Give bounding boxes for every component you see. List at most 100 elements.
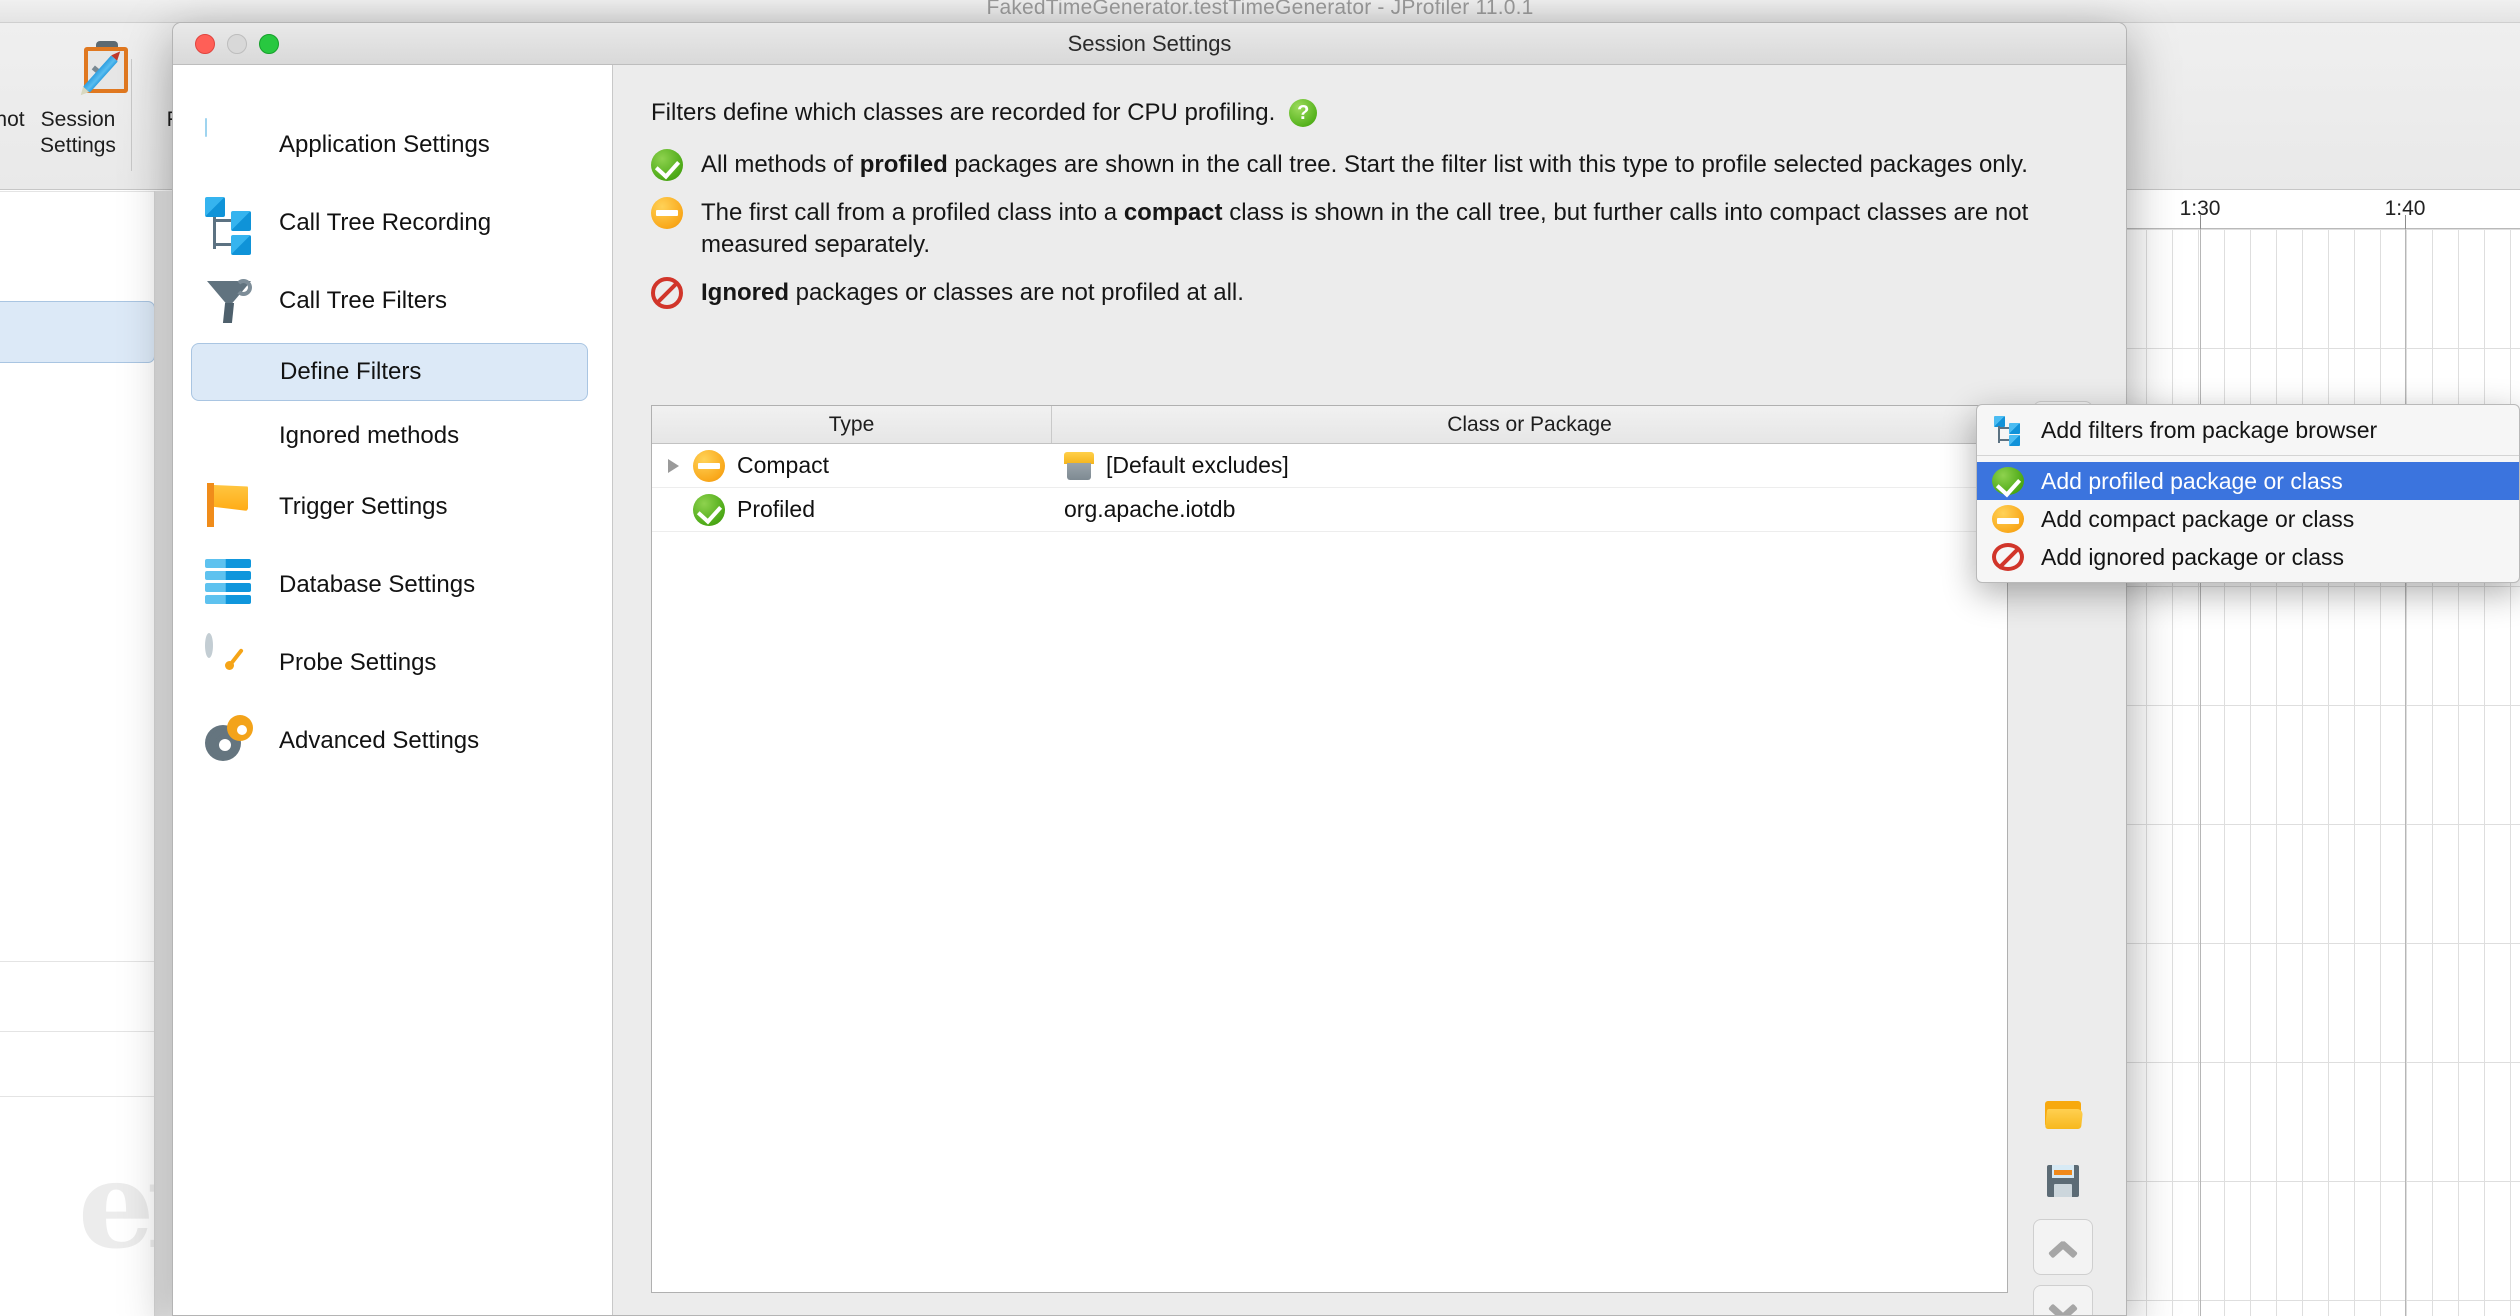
call-tree-icon: [205, 197, 257, 255]
background-window-title: FakedTimeGenerator.testTimeGenerator - J…: [986, 0, 1534, 19]
sidebar-item-call-tree-recording[interactable]: Call Tree Recording: [191, 187, 588, 259]
funnel-icon: [205, 275, 257, 327]
sidebar-item-label: Database Settings: [279, 571, 476, 598]
folder-icon: [2045, 1101, 2084, 1129]
cell-class-text: org.apache.iotdb: [1064, 496, 1236, 522]
dialog-body: Application Settings Call Tree Recording…: [173, 65, 2126, 1315]
menu-item-add-compact-package-or-class[interactable]: Add compact package or class: [1977, 500, 2519, 538]
legend-pre: The first call from a profiled class int…: [701, 199, 1124, 227]
cell-class-or-package[interactable]: [Default excludes]: [1052, 451, 2007, 480]
table-row[interactable]: Compact [Default excludes]: [652, 444, 2007, 488]
sidebar-item-call-tree-filters[interactable]: Call Tree Filters: [191, 265, 588, 337]
cell-type[interactable]: Profiled: [652, 493, 1052, 526]
sidebar-item-label: Call Tree Filters: [279, 287, 448, 314]
sidebar-item-ignored-methods[interactable]: Ignored methods: [191, 407, 588, 465]
move-up-button[interactable]: [2033, 1219, 2093, 1275]
legend-post: packages or classes are not profiled at …: [789, 279, 1244, 307]
column-header-class-or-package[interactable]: Class or Package: [1052, 406, 2007, 443]
column-header-type[interactable]: Type: [652, 406, 1052, 443]
cell-type[interactable]: Compact: [652, 449, 1052, 482]
gauge-icon: [205, 633, 257, 689]
sidebar-item-probe-settings[interactable]: Probe Settings: [191, 627, 588, 699]
toolbar-item-session-settings-label-2: Settings: [40, 133, 116, 157]
background-titlebar: FakedTimeGenerator.testTimeGenerator - J…: [0, 0, 2520, 23]
menu-separator: [1977, 455, 2519, 456]
profiled-check-icon: [693, 493, 725, 526]
package-browser-icon: [1993, 415, 2023, 446]
expand-twisty-icon[interactable]: [668, 458, 679, 473]
menu-item-add-profiled-package-or-class[interactable]: Add profiled package or class: [1977, 462, 2519, 500]
dialog-titlebar[interactable]: Session Settings: [173, 23, 2126, 65]
sidebar-item-define-filters[interactable]: Define Filters: [191, 343, 588, 401]
menu-item-add-ignored-package-or-class[interactable]: Add ignored package or class: [1977, 538, 2519, 576]
menu-item-label: Add filters from package browser: [2041, 416, 2378, 443]
sidebar-item-label: Application Settings: [279, 131, 490, 158]
ignored-icon: [651, 277, 683, 310]
save-icon: [2047, 1165, 2079, 1197]
sidebar-item-application-settings[interactable]: Application Settings: [191, 109, 588, 181]
chevron-down-icon: [2048, 1305, 2078, 1315]
gears-icon: [205, 715, 257, 767]
sidebar-item-database-settings[interactable]: Database Settings: [191, 549, 588, 621]
background-timeline-panel: 1:30 1:40: [2120, 191, 2520, 1316]
dialog-main-panel: Filters define which classes are recorde…: [613, 65, 2126, 1315]
filters-intro: Filters define which classes are recorde…: [651, 99, 2088, 127]
profiled-check-icon: [651, 149, 683, 181]
save-filters-button[interactable]: [2033, 1153, 2093, 1209]
application-window-icon: [205, 118, 257, 171]
compact-icon: [1992, 504, 2024, 534]
database-icon: [205, 559, 257, 611]
background-left-panel: s ghput ries y r ocks er: [0, 191, 155, 1316]
filters-table-wrapper: Type Class or Package Compact [Default e…: [651, 405, 2008, 1293]
sidebar-item-label: Probe Settings: [279, 649, 437, 676]
table-header-row: Type Class or Package: [652, 406, 2007, 444]
legend-strong: compact: [1123, 199, 1223, 227]
menu-item-label: Add compact package or class: [2041, 505, 2355, 532]
legend-strong: profiled: [859, 151, 948, 178]
timeline-tick-label-1: 1:30: [2179, 197, 2221, 220]
screen: FakedTimeGenerator.testTimeGenerator - J…: [0, 0, 2520, 1316]
toolbar-item-session-settings-label-1: Session: [40, 108, 116, 131]
move-down-button[interactable]: [2033, 1285, 2093, 1315]
chevron-up-icon: [2048, 1239, 2078, 1255]
sidebar-item-advanced-settings[interactable]: Advanced Settings: [191, 705, 588, 777]
legend-item-text: The first call from a profiled class int…: [701, 197, 2041, 261]
cell-class-text: [Default excludes]: [1106, 452, 1289, 478]
filters-legend: All methods of profiled packages are sho…: [651, 149, 2088, 310]
open-filters-button[interactable]: [2033, 1087, 2093, 1143]
legend-item-text: Ignored packages or classes are not prof…: [701, 277, 1244, 309]
timeline-grid: [2120, 229, 2520, 1316]
background-left-selected-row[interactable]: [0, 301, 154, 363]
legend-item-ignored: Ignored packages or classes are not prof…: [651, 277, 2088, 310]
dialog-title: Session Settings: [1067, 31, 1232, 56]
timeline-tick-label-2: 1:40: [2384, 197, 2426, 220]
flag-icon: [205, 481, 257, 533]
sidebar-item-label: Define Filters: [280, 358, 422, 385]
sidebar-item-label: Advanced Settings: [279, 727, 480, 754]
session-settings-dialog: Session Settings Application Settings Ca: [172, 22, 2127, 1316]
menu-item-add-filters-from-package-browser[interactable]: Add filters from package browser: [1977, 411, 2519, 449]
dialog-sidebar: Application Settings Call Tree Recording…: [173, 65, 613, 1315]
legend-strong: Ignored: [701, 279, 789, 307]
help-icon[interactable]: [1289, 99, 1318, 127]
menu-item-label: Add ignored package or class: [2041, 543, 2345, 570]
compact-icon: [693, 449, 725, 482]
timeline-ruler: 1:30 1:40: [2120, 191, 2520, 229]
legend-pre: All methods of: [701, 151, 860, 178]
table-row[interactable]: Profiled org.apache.iotdb: [652, 488, 2007, 532]
legend-item-text: All methods of profiled packages are sho…: [701, 149, 2028, 181]
menu-item-label: Add profiled package or class: [2041, 467, 2343, 494]
sidebar-item-label: Ignored methods: [279, 422, 460, 449]
filters-table[interactable]: Type Class or Package Compact [Default e…: [651, 405, 2008, 1293]
legend-item-profiled: All methods of profiled packages are sho…: [651, 149, 2088, 181]
ignored-icon: [1992, 542, 2024, 572]
add-filter-context-menu: Add filters from package browser Add pro…: [1976, 404, 2520, 583]
sidebar-item-label: Call Tree Recording: [279, 209, 492, 236]
filters-intro-text: Filters define which classes are recorde…: [651, 99, 1276, 126]
background-watermark: er: [78, 1135, 154, 1276]
legend-post: packages are shown in the call tree. Sta…: [947, 151, 2028, 178]
compact-icon: [651, 197, 683, 230]
cell-class-or-package[interactable]: org.apache.iotdb: [1052, 496, 2007, 523]
sidebar-item-trigger-settings[interactable]: Trigger Settings: [191, 471, 588, 543]
default-excludes-icon: [1064, 451, 1094, 480]
